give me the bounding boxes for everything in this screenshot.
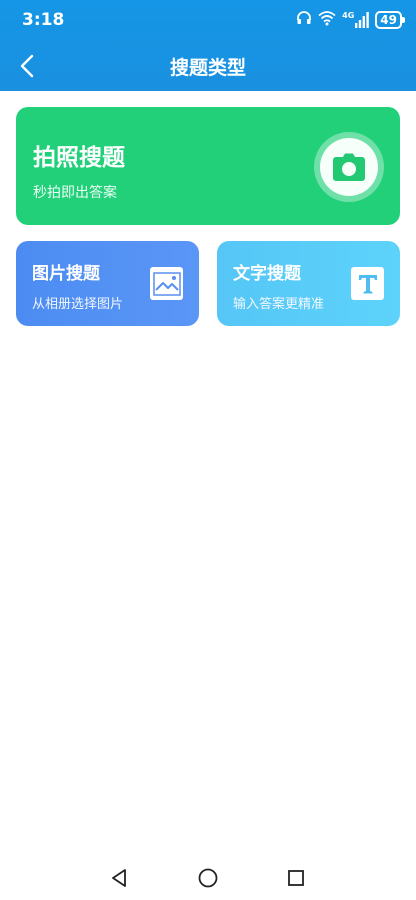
wifi-icon xyxy=(318,10,336,30)
back-triangle-icon xyxy=(112,869,126,887)
camera-icon xyxy=(333,153,365,181)
image-search-title: 图片搜题 xyxy=(32,264,100,284)
system-home-button[interactable] xyxy=(195,865,221,891)
image-search-card[interactable]: 图片搜题 从相册选择图片 xyxy=(16,241,199,326)
network-type-label: 4G xyxy=(342,11,355,20)
image-icon-box xyxy=(150,267,183,300)
status-time: 3:18 xyxy=(22,10,65,30)
app-header: 3:18 4G 49 搜题类型 xyxy=(0,0,416,91)
text-t-icon xyxy=(358,274,377,293)
text-search-subtitle: 输入答案更精准 xyxy=(233,297,325,312)
page-title: 搜题类型 xyxy=(169,57,246,79)
system-back-button[interactable] xyxy=(106,865,132,891)
camera-search-subtitle: 秒拍即出答案 xyxy=(33,185,117,201)
status-bar: 3:18 4G 49 xyxy=(0,0,416,40)
system-recents-button[interactable] xyxy=(283,865,309,891)
camera-icon-wrap xyxy=(314,132,384,202)
home-circle-icon xyxy=(198,868,218,888)
search-type-screen: 3:18 4G 49 搜题类型 拍照搜题 秒拍即出答案 图片搜题 从相册选择图片… xyxy=(0,0,416,900)
status-icons: 4G 49 xyxy=(296,10,405,30)
image-icon xyxy=(152,271,181,296)
text-search-title: 文字搜题 xyxy=(233,264,301,284)
camera-search-title: 拍照搜题 xyxy=(33,145,125,171)
image-search-subtitle: 从相册选择图片 xyxy=(32,297,124,312)
signal-4g-icon: 4G xyxy=(342,11,370,28)
camera-search-card[interactable]: 拍照搜题 秒拍即出答案 xyxy=(16,107,400,225)
headphones-icon xyxy=(296,10,312,30)
system-navigation-bar xyxy=(0,855,416,900)
battery-indicator: 49 xyxy=(375,11,405,29)
battery-level: 49 xyxy=(380,13,397,27)
text-icon-box xyxy=(351,267,384,300)
recents-square-icon xyxy=(288,870,304,886)
text-search-card[interactable]: 文字搜题 输入答案更精准 xyxy=(217,241,400,326)
nav-bar: 搜题类型 xyxy=(0,44,416,88)
